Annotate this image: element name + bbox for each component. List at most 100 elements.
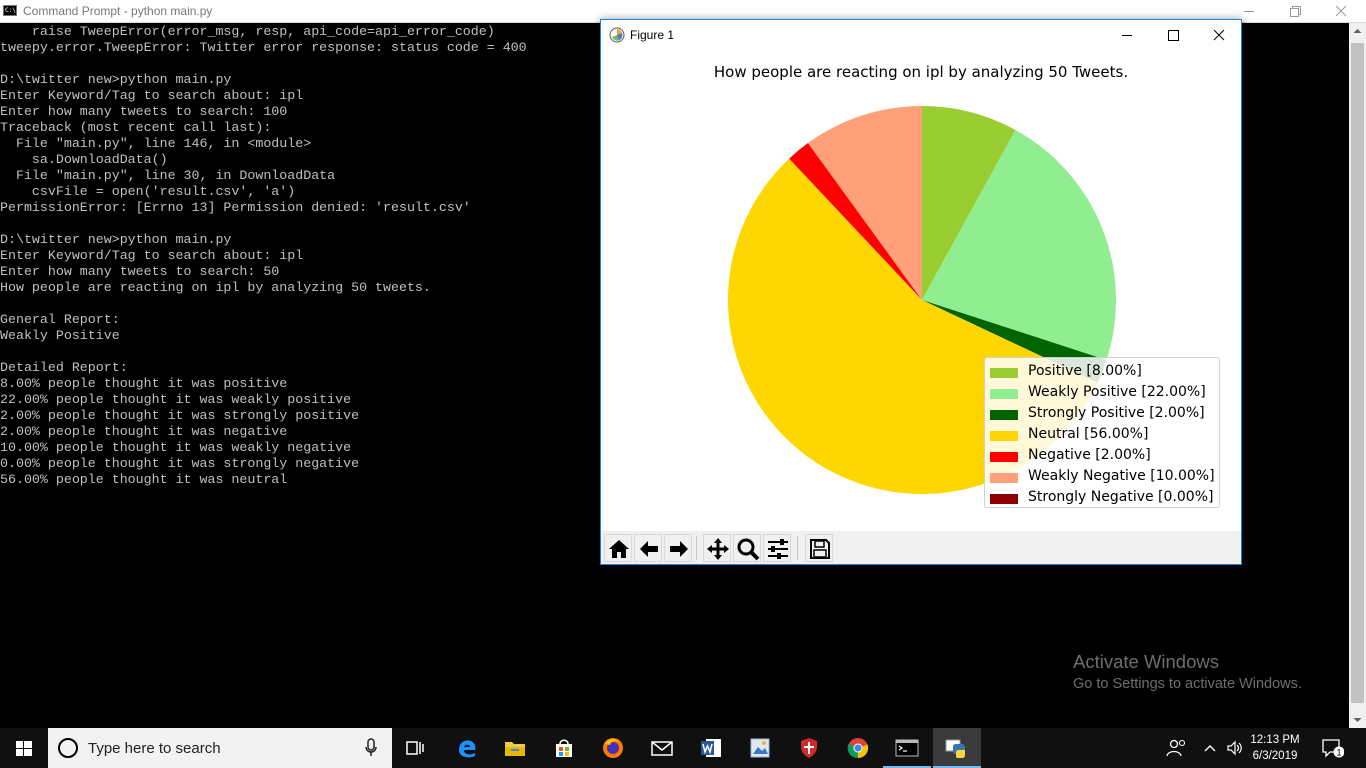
- taskbar-search-box[interactable]: Type here to search: [48, 728, 392, 768]
- console-line: 2.00% people thought it was negative: [0, 424, 288, 439]
- task-view-icon[interactable]: [392, 728, 440, 768]
- home-icon[interactable]: [604, 534, 632, 562]
- legend-item: Weakly Negative [10.00%]: [990, 467, 1219, 488]
- console-line: PermissionError: [Errno 13] Permission d…: [0, 200, 471, 215]
- figure-minimize-button[interactable]: [1104, 20, 1150, 50]
- console-line: D:\twitter new>python main.py: [0, 232, 232, 247]
- clock-time: 12:13 PM: [1250, 734, 1300, 746]
- legend-label: Neutral [56.00%]: [1028, 426, 1149, 442]
- cmd-restore-button[interactable]: [1272, 0, 1318, 23]
- legend-item: Strongly Negative [0.00%]: [990, 488, 1219, 509]
- shield-app-icon[interactable]: [785, 728, 833, 768]
- legend-swatch: [990, 410, 1018, 420]
- legend-swatch: [990, 452, 1018, 462]
- pan-icon[interactable]: [703, 534, 731, 562]
- back-arrow-icon[interactable]: [634, 534, 662, 562]
- console-line: 22.00% people thought it was weakly posi…: [0, 392, 352, 407]
- save-icon[interactable]: [805, 534, 833, 562]
- edge-icon[interactable]: [443, 728, 491, 768]
- cmd-icon[interactable]: [883, 728, 931, 768]
- search-placeholder: Type here to search: [88, 740, 221, 757]
- console-line: csvFile = open('result.csv', 'a'): [0, 184, 296, 199]
- legend-swatch: [990, 431, 1018, 441]
- python-icon[interactable]: [933, 728, 981, 768]
- legend-swatch: [990, 473, 1018, 483]
- legend-label: Weakly Negative [10.00%]: [1028, 468, 1215, 484]
- console-line: How people are reacting on ipl by analyz…: [0, 280, 431, 295]
- console-line: Weakly Positive: [0, 328, 120, 343]
- activation-watermark: Activate Windows Go to Settings to activ…: [1073, 651, 1302, 695]
- photos-icon[interactable]: [736, 728, 784, 768]
- console-line: tweepy.error.TweepError: Twitter error r…: [0, 40, 527, 55]
- cmd-icon: C:\: [3, 5, 17, 16]
- legend-swatch: [990, 494, 1018, 504]
- chrome-icon[interactable]: [834, 728, 882, 768]
- console-line: General Report:: [0, 312, 120, 327]
- taskbar: Type here to search 12:13 PM 6/3/2019 1: [0, 728, 1366, 768]
- figure-close-button[interactable]: [1196, 20, 1242, 50]
- firefox-icon[interactable]: [589, 728, 637, 768]
- forward-arrow-icon[interactable]: [664, 534, 692, 562]
- console-line: 56.00% people thought it was neutral: [0, 472, 288, 487]
- volume-icon[interactable]: [1226, 739, 1244, 757]
- figure-window[interactable]: Figure 1 How people are reacting on ipl …: [600, 19, 1242, 565]
- console-line: 8.00% people thought it was positive: [0, 376, 288, 391]
- console-line: Enter how many tweets to search: 100: [0, 104, 288, 119]
- scroll-down-arrow-icon[interactable]: [1349, 711, 1366, 728]
- legend-label: Negative [2.00%]: [1028, 447, 1151, 463]
- scroll-up-arrow-icon[interactable]: [1349, 23, 1366, 40]
- figure-toolbar: [601, 531, 1241, 564]
- windows-start-icon[interactable]: [0, 728, 48, 768]
- console-line: raise TweepError(error_msg, resp, api_co…: [0, 24, 495, 39]
- legend-label: Strongly Negative [0.00%]: [1028, 489, 1214, 505]
- legend-item: Strongly Positive [2.00%]: [990, 404, 1219, 425]
- notification-count: 1: [1336, 748, 1341, 758]
- file-explorer-icon[interactable]: [491, 728, 539, 768]
- legend-label: Strongly Positive [2.00%]: [1028, 405, 1205, 421]
- console-line: File "main.py", line 30, in DownloadData: [0, 168, 336, 183]
- console-scrollbar[interactable]: [1349, 23, 1366, 728]
- matplotlib-icon: [609, 27, 625, 43]
- console-line: Enter Keyword/Tag to search about: ipl: [0, 88, 304, 103]
- figure-maximize-button[interactable]: [1150, 20, 1196, 50]
- notification-icon[interactable]: 1: [1322, 738, 1344, 758]
- console-line: 10.00% people thought it was weakly nega…: [0, 440, 352, 455]
- legend-item: Negative [2.00%]: [990, 446, 1219, 467]
- legend-item: Weakly Positive [22.00%]: [990, 383, 1219, 404]
- console-line: File "main.py", line 146, in <module>: [0, 136, 312, 151]
- subplots-icon[interactable]: [763, 534, 791, 562]
- word-icon[interactable]: [687, 728, 735, 768]
- mail-icon[interactable]: [638, 728, 686, 768]
- console-line: sa.DownloadData(): [0, 152, 168, 167]
- people-icon[interactable]: [1166, 738, 1188, 758]
- cmd-close-button[interactable]: [1318, 0, 1364, 23]
- cortana-icon: [58, 738, 78, 758]
- watermark-subtitle: Go to Settings to activate Windows.: [1073, 676, 1302, 692]
- store-icon[interactable]: [540, 728, 588, 768]
- zoom-icon[interactable]: [733, 534, 761, 562]
- plot-canvas[interactable]: How people are reacting on ipl by analyz…: [601, 50, 1241, 531]
- system-clock[interactable]: 12:13 PM 6/3/2019: [1244, 732, 1306, 764]
- watermark-title: Activate Windows: [1073, 651, 1219, 672]
- console-line: Detailed Report:: [0, 360, 128, 375]
- legend-label: Positive [8.00%]: [1028, 363, 1142, 379]
- console-line: 2.00% people thought it was strongly pos…: [0, 408, 360, 423]
- legend-item: Neutral [56.00%]: [990, 425, 1219, 446]
- legend-swatch: [990, 368, 1018, 378]
- legend-item: Positive [8.00%]: [990, 362, 1219, 383]
- console-line: Enter Keyword/Tag to search about: ipl: [0, 248, 304, 263]
- scrollbar-thumb[interactable]: [1351, 43, 1364, 703]
- console-lines: raise TweepError(error_msg, resp, api_co…: [0, 24, 527, 488]
- toolbar-separator: [797, 536, 798, 560]
- chevron-up-icon[interactable]: [1203, 741, 1217, 755]
- toolbar-separator: [696, 536, 697, 560]
- chart-title: How people are reacting on ipl by analyz…: [713, 63, 1129, 81]
- figure-title: Figure 1: [630, 28, 675, 42]
- legend-swatch: [990, 389, 1018, 399]
- figure-titlebar[interactable]: Figure 1: [601, 20, 1241, 50]
- microphone-icon[interactable]: [364, 738, 378, 758]
